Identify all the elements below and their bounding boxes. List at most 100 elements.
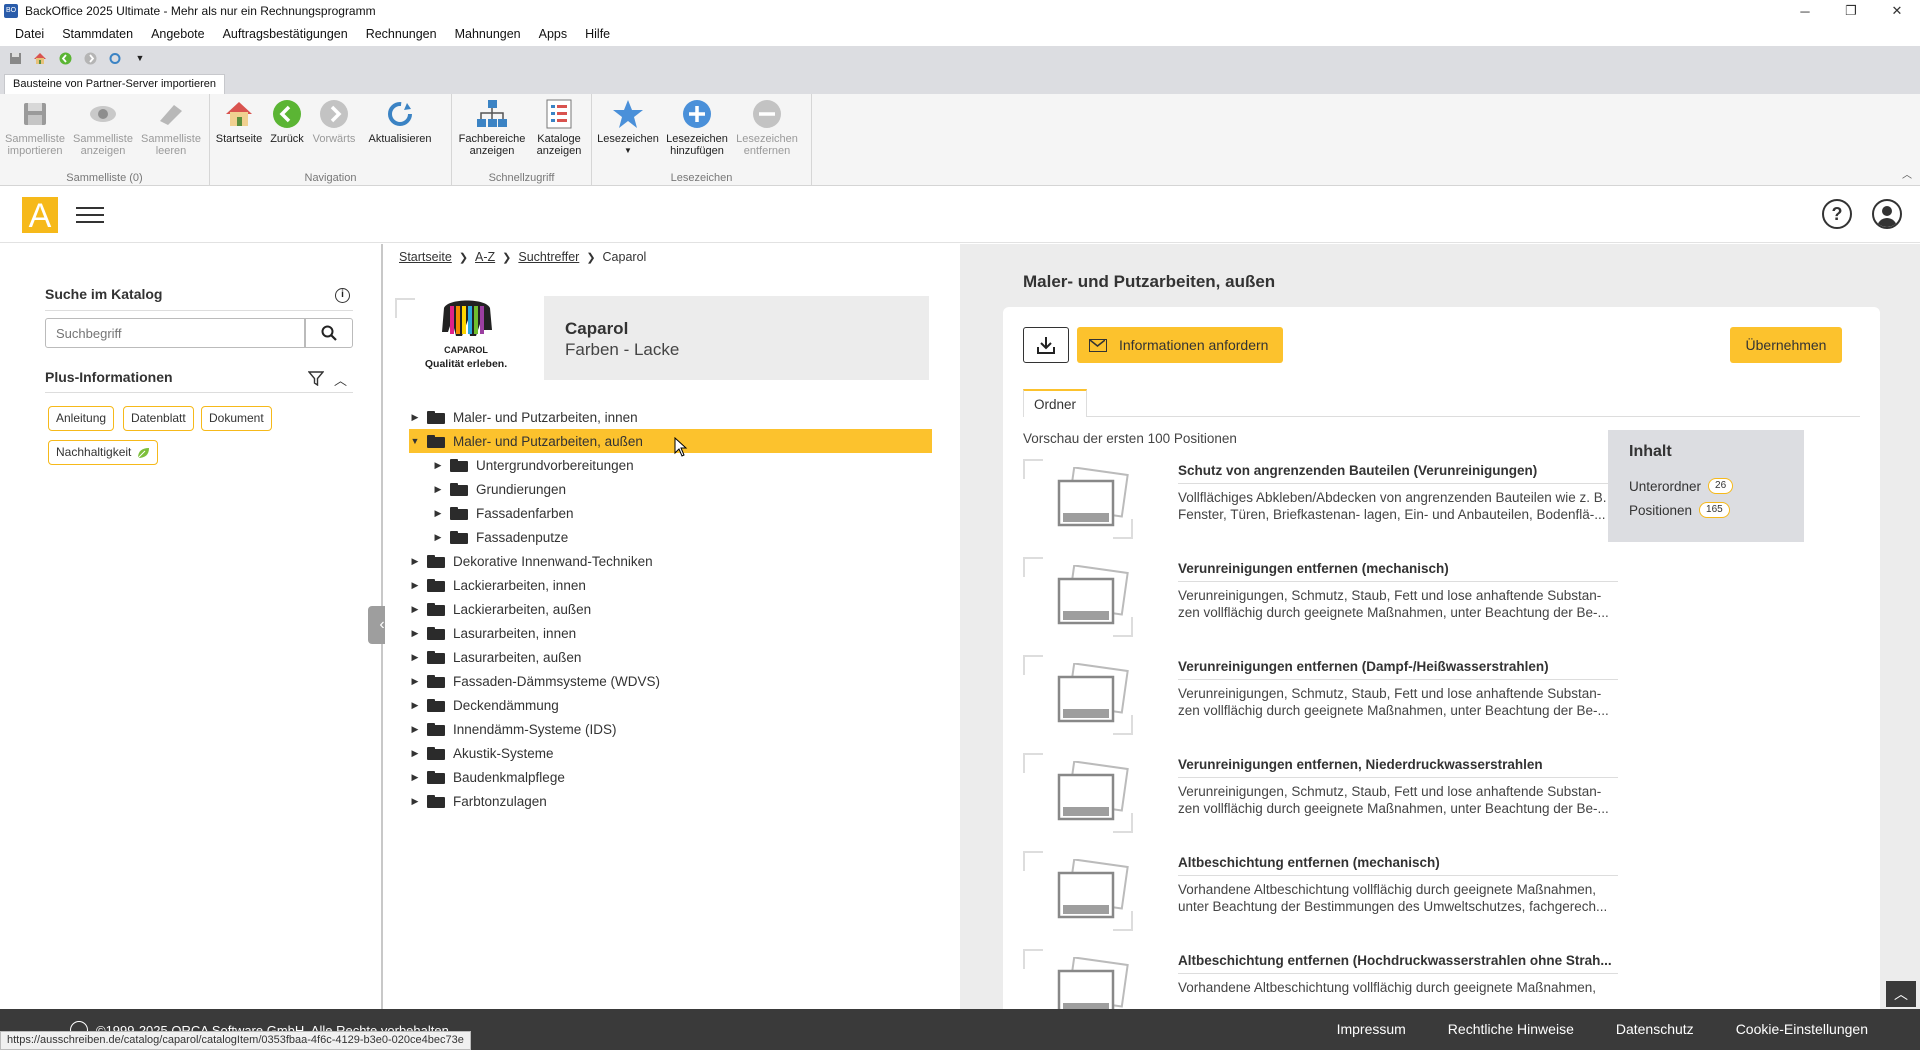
item-select-corner[interactable] <box>1023 655 1043 675</box>
caret-right-icon[interactable]: ▶ <box>432 508 444 519</box>
position-item[interactable]: Verunreinigungen entfernen (mechanisch) V… <box>1023 557 1618 655</box>
footer-link-cookie-einstellungen[interactable]: Cookie-Einstellungen <box>1736 1021 1868 1037</box>
item-title[interactable]: Altbeschichtung entfernen (Hochdruckwass… <box>1178 953 1618 968</box>
item-select-corner[interactable] <box>1023 557 1043 577</box>
menu-angebote[interactable]: Angebote <box>142 27 214 41</box>
item-select-corner[interactable] <box>1023 949 1043 969</box>
breadcrumb-startseite[interactable]: Startseite <box>399 250 452 264</box>
refresh-icon[interactable] <box>106 50 124 66</box>
caret-right-icon[interactable]: ▶ <box>432 484 444 495</box>
position-item[interactable]: Verunreinigungen entfernen, Niederdruckw… <box>1023 753 1618 851</box>
item-select-corner[interactable] <box>1023 851 1043 871</box>
caret-right-icon[interactable]: ▶ <box>409 700 421 711</box>
maximize-button[interactable]: ❐ <box>1828 0 1874 22</box>
back-icon[interactable] <box>56 50 74 66</box>
menu-mahnungen[interactable]: Mahnungen <box>446 27 530 41</box>
minimize-button[interactable]: ─ <box>1782 0 1828 22</box>
tree-item[interactable]: ▶ Innendämm-Systeme (IDS) <box>409 717 932 741</box>
chevron-up-icon[interactable]: ︿ <box>334 370 347 389</box>
help-icon[interactable]: ? <box>1822 199 1852 229</box>
footer-link-impressum[interactable]: Impressum <box>1337 1021 1406 1037</box>
show-list-button[interactable]: Sammelliste anzeigen <box>72 98 134 157</box>
tree-item[interactable]: ▶ Lackierarbeiten, außen <box>409 597 932 621</box>
position-item[interactable]: Altbeschichtung entfernen (mechanisch) Vo… <box>1023 851 1618 949</box>
search-button[interactable] <box>305 318 353 348</box>
tree-item[interactable]: ▶ Grundierungen <box>409 477 932 501</box>
caret-right-icon[interactable]: ▶ <box>409 724 421 735</box>
tree-item[interactable]: ▶ Untergrundvorbereitungen <box>409 453 932 477</box>
caret-right-icon[interactable]: ▶ <box>409 676 421 687</box>
tree-item[interactable]: ▼ Maler- und Putzarbeiten, außen <box>409 429 932 453</box>
close-button[interactable]: ✕ <box>1874 0 1920 22</box>
home-button[interactable]: Startseite <box>214 98 264 145</box>
menu-rechnungen[interactable]: Rechnungen <box>357 27 446 41</box>
tree-item[interactable]: ▶ Deckendämmung <box>409 693 932 717</box>
menu-hilfe[interactable]: Hilfe <box>576 27 619 41</box>
caret-down-icon[interactable]: ▼ <box>409 436 421 446</box>
item-title[interactable]: Verunreinigungen entfernen (mechanisch) <box>1178 561 1618 576</box>
caret-right-icon[interactable]: ▶ <box>409 772 421 783</box>
download-button[interactable] <box>1023 327 1069 363</box>
request-info-button[interactable]: Informationen anfordern <box>1077 327 1283 363</box>
tree-item[interactable]: ▶ Dekorative Innenwand-Techniken <box>409 549 932 573</box>
menu-auftragsbestaetigungen[interactable]: Auftragsbestätigungen <box>214 27 357 41</box>
item-title[interactable]: Altbeschichtung entfernen (mechanisch) <box>1178 855 1618 870</box>
hamburger-menu-icon[interactable] <box>76 207 104 223</box>
caret-right-icon[interactable]: ▶ <box>409 628 421 639</box>
caret-right-icon[interactable]: ▶ <box>432 460 444 471</box>
bookmarks-button[interactable]: Lesezeichen ▼ <box>596 98 660 157</box>
item-title[interactable]: Schutz von angrenzenden Bauteilen (Verun… <box>1178 463 1618 478</box>
refresh-button[interactable]: Aktualisieren <box>360 98 440 145</box>
caret-right-icon[interactable]: ▶ <box>409 580 421 591</box>
menu-datei[interactable]: Datei <box>6 27 53 41</box>
menu-apps[interactable]: Apps <box>530 27 577 41</box>
filter-icon[interactable] <box>307 371 325 389</box>
import-list-button[interactable]: Sammelliste importieren <box>4 98 66 157</box>
breadcrumb-suchtreffer[interactable]: Suchtreffer <box>518 250 579 264</box>
tree-item[interactable]: ▶ Maler- und Putzarbeiten, innen <box>409 405 932 429</box>
scroll-to-top-button[interactable]: ︿ <box>1886 981 1916 1007</box>
item-select-corner[interactable] <box>1023 753 1043 773</box>
tab-ordner[interactable]: Ordner <box>1023 389 1088 417</box>
tab-import-partner[interactable]: Bausteine von Partner-Server importieren <box>4 74 225 94</box>
chip-datenblatt[interactable]: Datenblatt <box>123 406 194 431</box>
show-departments-button[interactable]: Fachbereiche anzeigen <box>456 98 528 157</box>
chip-dokument[interactable]: Dokument <box>201 406 272 431</box>
tree-item[interactable]: ▶ Fassadenfarben <box>409 501 932 525</box>
menu-stammdaten[interactable]: Stammdaten <box>53 27 142 41</box>
caret-right-icon[interactable]: ▶ <box>409 748 421 759</box>
tree-item[interactable]: ▶ Fassaden-Dämmsysteme (WDVS) <box>409 669 932 693</box>
home-icon[interactable] <box>31 50 49 66</box>
forward-button[interactable]: Vorwärts <box>310 98 358 145</box>
tree-item[interactable]: ▶ Fassadenputze <box>409 525 932 549</box>
caret-right-icon[interactable]: ▶ <box>409 604 421 615</box>
info-icon[interactable]: i <box>335 288 350 303</box>
customize-dropdown-icon[interactable]: ▼ <box>131 50 149 66</box>
position-item[interactable]: Schutz von angrenzenden Bauteilen (Verun… <box>1023 459 1618 557</box>
show-catalogs-button[interactable]: Kataloge anzeigen <box>530 98 588 157</box>
tree-item[interactable]: ▶ Lasurarbeiten, innen <box>409 621 932 645</box>
ribbon-collapse-icon[interactable]: ︿ <box>1902 166 1912 181</box>
item-title[interactable]: Verunreinigungen entfernen, Niederdruckw… <box>1178 757 1618 772</box>
caret-right-icon[interactable]: ▶ <box>409 556 421 567</box>
tree-item[interactable]: ▶ Lasurarbeiten, außen <box>409 645 932 669</box>
position-item[interactable]: Verunreinigungen entfernen (Dampf-/Heißw… <box>1023 655 1618 753</box>
user-account-icon[interactable] <box>1872 199 1902 229</box>
apply-button[interactable]: Übernehmen <box>1730 327 1842 363</box>
footer-link-rechtliche-hinweise[interactable]: Rechtliche Hinweise <box>1448 1021 1574 1037</box>
caret-right-icon[interactable]: ▶ <box>432 532 444 543</box>
item-select-corner[interactable] <box>1023 459 1043 479</box>
add-bookmark-button[interactable]: Lesezeichen hinzufügen <box>664 98 730 157</box>
breadcrumb-a-z[interactable]: A-Z <box>475 250 495 264</box>
tree-item[interactable]: ▶ Lackierarbeiten, innen <box>409 573 932 597</box>
chip-nachhaltigkeit[interactable]: Nachhaltigkeit <box>48 440 159 465</box>
caret-right-icon[interactable]: ▶ <box>409 652 421 663</box>
forward-icon[interactable] <box>81 50 99 66</box>
remove-bookmark-button[interactable]: Lesezeichen entfernen <box>734 98 800 157</box>
tree-item[interactable]: ▶ Baudenkmalpflege <box>409 765 932 789</box>
footer-link-datenschutz[interactable]: Datenschutz <box>1616 1021 1694 1037</box>
app-logo[interactable]: A <box>22 197 58 235</box>
tree-item[interactable]: ▶ Akustik-Systeme <box>409 741 932 765</box>
tree-item[interactable]: ▶ Farbtonzulagen <box>409 789 932 813</box>
chip-anleitung[interactable]: Anleitung <box>48 406 115 431</box>
